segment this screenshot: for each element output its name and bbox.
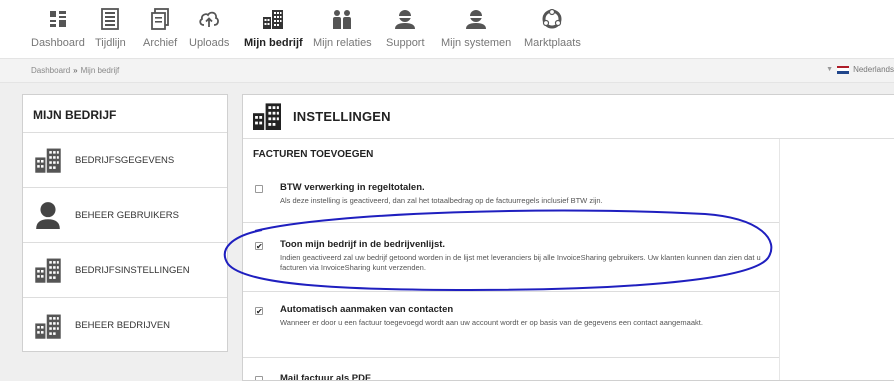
nav-mijn-bedrijf[interactable]: Mijn bedrijf — [244, 4, 303, 49]
panel-divider — [779, 139, 780, 380]
building-icon — [251, 102, 283, 132]
setting-name: Toon mijn bedrijf in de bedrijvenlijst. — [280, 239, 446, 250]
building-icon — [33, 255, 63, 285]
breadcrumb: Dashboard» Mijn bedrijf — [31, 66, 119, 75]
left-panel: MIJN BEDRIJF BEDRIJFSGEGEVENS BEHEER GEB… — [22, 94, 228, 352]
menu-item-beheer-bedrijven[interactable]: BEHEER BEDRIJVEN — [23, 298, 227, 353]
nav-label: Uploads — [189, 37, 230, 49]
settings-header: INSTELLINGEN — [243, 95, 894, 139]
archive-icon — [145, 4, 175, 34]
language-selector[interactable]: ▼ Nederlands — [826, 65, 894, 74]
nav-label: Mijn bedrijf — [244, 37, 303, 49]
nav-support[interactable]: Support — [386, 4, 425, 49]
breadcrumb-bar: Dashboard» Mijn bedrijf ▼ Nederlands — [0, 58, 894, 83]
nav-label: Archief — [143, 37, 178, 49]
setting-btw-verwerking: BTW verwerking in regeltotalen. Als deze… — [243, 167, 779, 223]
menu-item-beheer-gebruikers[interactable]: BEHEER GEBRUIKERS — [23, 188, 227, 243]
setting-toon-bedrijf: ✔ Toon mijn bedrijf in de bedrijvenlijst… — [243, 223, 779, 292]
settings-panel: INSTELLINGEN FACTUREN TOEVOEGEN BTW verw… — [242, 94, 894, 381]
language-label: Nederlands — [853, 65, 894, 74]
section-title: FACTUREN TOEVOEGEN — [253, 149, 374, 160]
menu-item-label: BEHEER GEBRUIKERS — [75, 209, 179, 221]
building-icon — [33, 145, 63, 175]
dashboard-icon — [43, 4, 73, 34]
nav-label: Mijn systemen — [441, 37, 512, 49]
nav-label: Mijn relaties — [313, 37, 372, 49]
setting-checkbox[interactable] — [255, 376, 263, 380]
nav-mijn-systemen[interactable]: Mijn systemen — [441, 4, 511, 49]
setting-checkbox[interactable] — [255, 185, 263, 193]
breadcrumb-current: Mijn bedrijf — [80, 66, 120, 75]
menu-item-label: BEDRIJFSGEGEVENS — [75, 154, 175, 166]
building-icon — [33, 311, 63, 341]
timeline-icon — [95, 4, 125, 34]
nav-label: Support — [386, 37, 425, 49]
building-icon — [258, 4, 288, 34]
page-title: INSTELLINGEN — [293, 109, 391, 124]
setting-name: Automatisch aanmaken van contacten — [280, 304, 454, 315]
nav-mijn-relaties[interactable]: Mijn relaties — [313, 4, 372, 49]
relations-icon — [327, 4, 357, 34]
nav-archief[interactable]: Archief — [143, 4, 177, 49]
nav-label: Marktplaats — [524, 37, 581, 49]
nav-dashboard[interactable]: Dashboard — [31, 4, 85, 49]
setting-name: BTW verwerking in regeltotalen. — [280, 182, 425, 193]
setting-automatisch-contacten: ✔ Automatisch aanmaken van contacten Wan… — [243, 292, 779, 358]
left-panel-title: MIJN BEDRIJF — [23, 95, 227, 133]
user-icon — [33, 200, 63, 230]
menu-item-bedrijfsgegevens[interactable]: BEDRIJFSGEGEVENS — [23, 133, 227, 188]
breadcrumb-link-dashboard[interactable]: Dashboard — [31, 66, 70, 75]
menu-item-bedrijfsinstellingen[interactable]: BEDRIJFSINSTELLINGEN — [23, 243, 227, 298]
menu-item-label: BEHEER BEDRIJVEN — [75, 320, 171, 331]
setting-checkbox[interactable]: ✔ — [255, 307, 263, 316]
nav-label: Tijdlijn — [95, 37, 126, 49]
setting-description: Indien geactiveerd zal uw bedrijf getoon… — [280, 253, 761, 272]
setting-mail-pdf: Mail factuur als PDF — [243, 358, 779, 381]
systems-person-icon — [461, 4, 491, 34]
breadcrumb-separator: » — [73, 66, 78, 75]
nav-uploads[interactable]: Uploads — [189, 4, 229, 49]
nav-marktplaats[interactable]: Marktplaats — [524, 4, 581, 49]
nav-tijdlijn[interactable]: Tijdlijn — [95, 4, 126, 49]
support-person-icon — [390, 4, 420, 34]
upload-cloud-icon — [194, 4, 224, 34]
setting-description: Wanneer er door u een factuur toegevoegd… — [280, 318, 703, 327]
nav-label: Dashboard — [31, 37, 85, 49]
setting-name: Mail factuur als PDF — [280, 373, 371, 381]
dutch-flag-icon — [837, 65, 850, 74]
marketplace-icon — [537, 4, 567, 34]
top-navigation: Dashboard Tijdlijn Archief Uploads Mijn … — [0, 0, 894, 58]
chevron-down-icon: ▼ — [826, 66, 834, 73]
setting-checkbox[interactable]: ✔ — [255, 242, 263, 251]
menu-item-label: BEDRIJFSINSTELLINGEN — [75, 264, 190, 276]
setting-description: Als deze instelling is geactiveerd, dan … — [280, 196, 603, 205]
